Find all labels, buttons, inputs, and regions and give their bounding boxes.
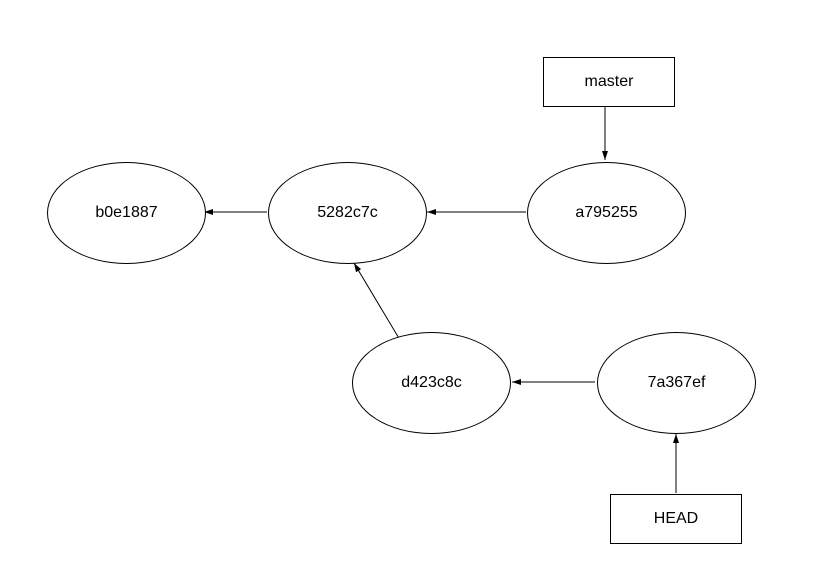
commit-hash: d423c8c	[401, 374, 462, 392]
ref-head: HEAD	[610, 494, 742, 544]
commit-hash: 5282c7c	[317, 204, 378, 222]
ref-label: master	[585, 73, 634, 91]
commit-hash: a795255	[575, 204, 637, 222]
commit-node-c3: a795255	[527, 162, 686, 264]
edge-c4-c2	[354, 263, 400, 340]
commit-hash: 7a367ef	[648, 374, 706, 392]
commit-node-c2: 5282c7c	[268, 162, 427, 264]
ref-label: HEAD	[654, 510, 698, 528]
commit-node-c4: d423c8c	[352, 332, 511, 434]
git-graph-diagram: master b0e1887 5282c7c a795255 d423c8c 7…	[0, 0, 824, 587]
commit-hash: b0e1887	[95, 204, 157, 222]
commit-node-c5: 7a367ef	[597, 332, 756, 434]
ref-master: master	[543, 57, 675, 107]
commit-node-c1: b0e1887	[47, 162, 206, 264]
